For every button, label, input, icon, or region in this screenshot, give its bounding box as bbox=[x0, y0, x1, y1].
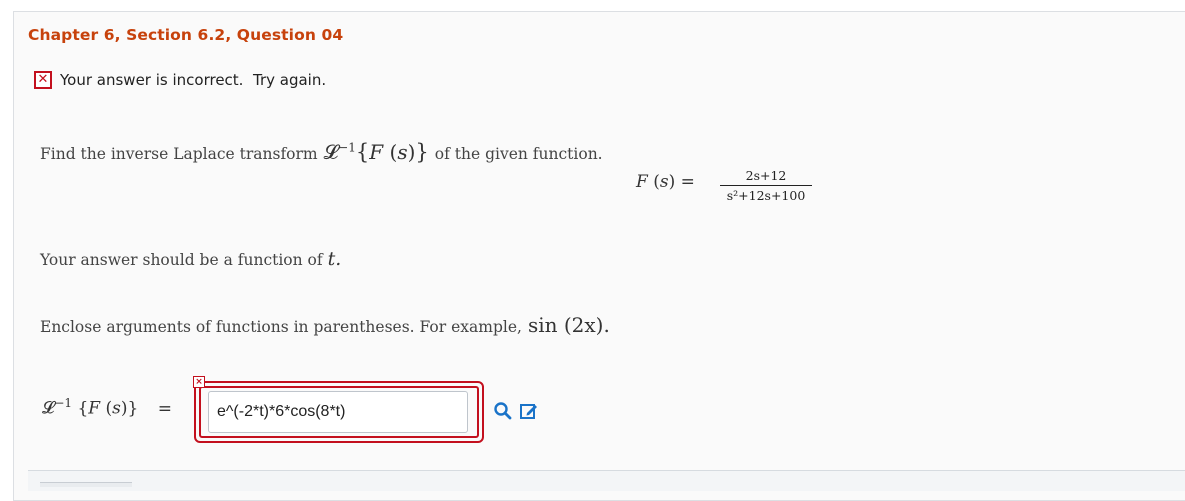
instruction-1-var: t. bbox=[327, 248, 342, 270]
edit-icon[interactable] bbox=[518, 400, 540, 422]
status-message: Your answer is incorrect. Try again. bbox=[60, 71, 327, 89]
answer-status: ✕ Your answer is incorrect. Try again. bbox=[34, 69, 326, 91]
preview-icon[interactable] bbox=[492, 400, 514, 422]
laplace-expression: 𝓛−1{F (s)} bbox=[323, 140, 429, 164]
prompt-prefix: Find the inverse Laplace transform bbox=[40, 145, 318, 163]
function-denominator: s²+12s+100 bbox=[726, 188, 806, 203]
instruction-2-prefix: Enclose arguments of functions in parent… bbox=[40, 318, 522, 336]
instruction-2-example: sin (2x). bbox=[527, 313, 610, 337]
error-x-icon: ✕ bbox=[34, 71, 52, 89]
function-numerator: 2s+12 bbox=[745, 168, 787, 183]
function-lhs: F (s) = bbox=[636, 172, 695, 192]
prompt-suffix: of the given function. bbox=[434, 145, 603, 163]
answer-label: 𝓛−1 {F (s)} = bbox=[42, 396, 172, 419]
instruction-parentheses: Enclose arguments of functions in parent… bbox=[40, 313, 610, 337]
function-fraction: 2s+12 s²+12s+100 bbox=[720, 168, 812, 203]
chapter-title: Chapter 6, Section 6.2, Question 04 bbox=[28, 26, 344, 44]
error-flag-icon: × bbox=[193, 376, 205, 388]
answer-tools bbox=[492, 400, 540, 422]
next-panel-edge bbox=[28, 470, 1185, 491]
answer-input[interactable] bbox=[208, 391, 468, 433]
next-panel-tab bbox=[40, 482, 132, 487]
instruction-1-prefix: Your answer should be a function of bbox=[40, 251, 323, 269]
instruction-function-of-t: Your answer should be a function of t. bbox=[40, 248, 341, 270]
question-prompt: Find the inverse Laplace transform 𝓛−1{F… bbox=[40, 140, 603, 164]
